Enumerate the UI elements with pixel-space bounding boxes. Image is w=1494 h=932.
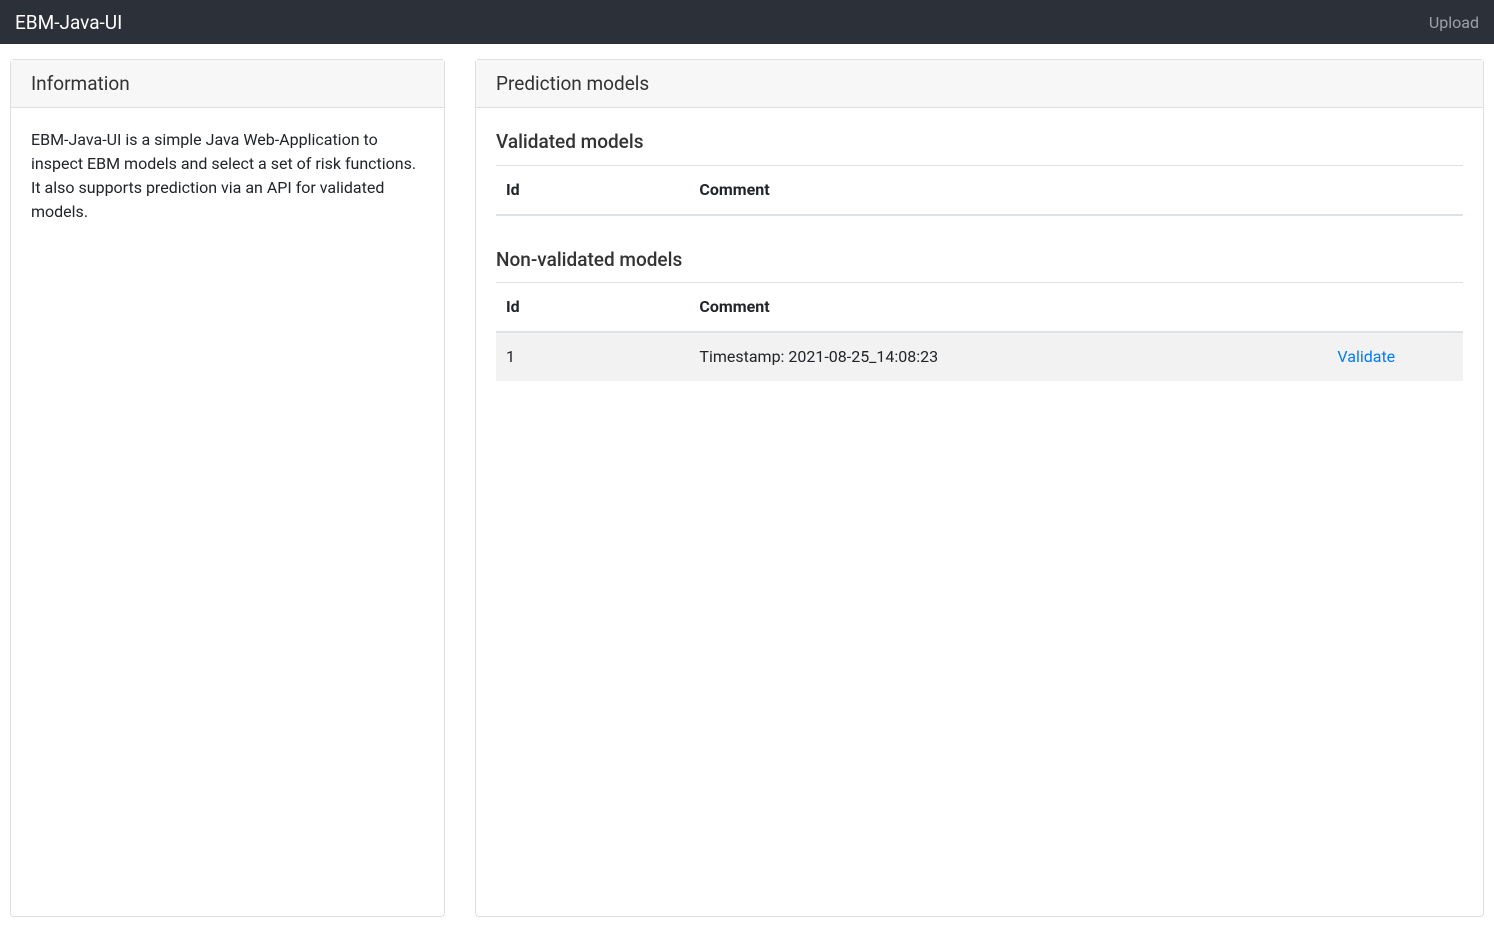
validated-header-action: [1270, 165, 1463, 215]
main-container: Information EBM-Java-UI is a simple Java…: [0, 44, 1494, 932]
information-card: Information EBM-Java-UI is a simple Java…: [10, 59, 445, 917]
nonvalidated-section: Non-validated models Id Comment 1Timesta…: [496, 246, 1463, 382]
table-row: 1Timestamp: 2021-08-25_14:08:23 Validate: [496, 332, 1463, 381]
row-action-cell: Validate: [1270, 332, 1463, 381]
validated-header-comment: Comment: [689, 165, 1269, 215]
validated-table: Id Comment: [496, 165, 1463, 216]
nonvalidated-title: Non-validated models: [496, 246, 1463, 275]
information-body: EBM-Java-UI is a simple Java Web-Applica…: [11, 108, 444, 916]
prediction-models-body: Validated models Id Comment Non: [476, 108, 1483, 916]
upload-link[interactable]: Upload: [1429, 13, 1479, 32]
sidebar: Information EBM-Java-UI is a simple Java…: [10, 59, 445, 917]
validated-section: Validated models Id Comment: [496, 128, 1463, 216]
navbar: EBM-Java-UI Upload: [0, 0, 1494, 44]
validate-link[interactable]: Validate: [1337, 347, 1395, 366]
validated-header-row: Id Comment: [496, 165, 1463, 215]
validated-header-id: Id: [496, 165, 689, 215]
nonvalidated-header-row: Id Comment: [496, 283, 1463, 333]
nonvalidated-table: Id Comment 1Timestamp: 2021-08-25_14:08:…: [496, 282, 1463, 381]
navbar-brand[interactable]: EBM-Java-UI: [15, 11, 122, 34]
main-panel: Prediction models Validated models Id Co…: [475, 59, 1484, 917]
row-comment: Timestamp: 2021-08-25_14:08:23: [689, 332, 1269, 381]
information-title: Information: [11, 60, 444, 108]
prediction-models-title: Prediction models: [476, 60, 1483, 108]
row-id: 1: [496, 332, 689, 381]
nonvalidated-header-action: [1270, 283, 1463, 333]
validated-title: Validated models: [496, 128, 1463, 157]
prediction-models-card: Prediction models Validated models Id Co…: [475, 59, 1484, 917]
nonvalidated-header-comment: Comment: [689, 283, 1269, 333]
nonvalidated-header-id: Id: [496, 283, 689, 333]
